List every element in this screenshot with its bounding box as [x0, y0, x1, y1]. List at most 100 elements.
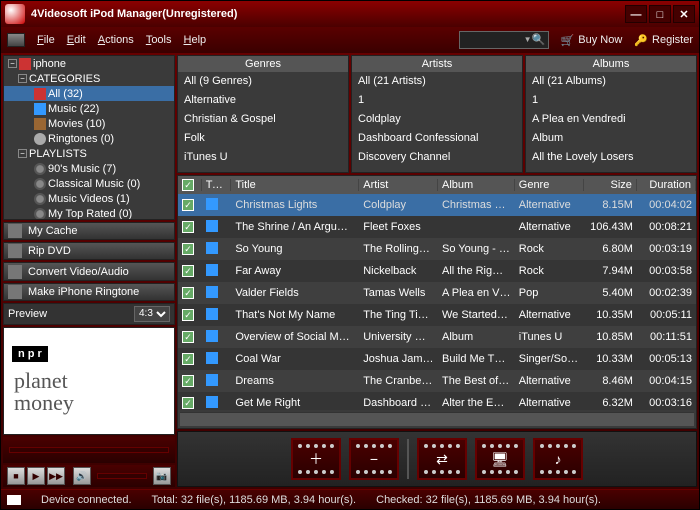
row-check[interactable]: ✓ — [182, 221, 194, 233]
to-itunes-button[interactable]: ♪ — [533, 438, 583, 480]
preview-logo: n p r — [12, 346, 48, 362]
collapse-icon[interactable]: − — [18, 74, 27, 83]
tree-cat-music[interactable]: Music (22) — [4, 101, 174, 116]
next-button[interactable]: ▶▶ — [47, 467, 65, 485]
to-pc-button[interactable]: 🖥 — [475, 438, 525, 480]
filter-row[interactable]: All (21 Artists) — [352, 72, 522, 91]
cell-artist: Nickelback — [359, 265, 438, 277]
register-label: Register — [652, 34, 693, 46]
tree-pl[interactable]: Classical Music (0) — [4, 176, 174, 191]
filter-row[interactable]: Album — [526, 129, 696, 148]
filter-row[interactable]: Alternative — [178, 91, 348, 110]
col-album[interactable]: Album — [438, 179, 515, 191]
horizontal-scrollbar[interactable] — [180, 412, 694, 426]
cell-duration: 00:05:11 — [637, 309, 696, 321]
to-device-button[interactable]: ⇄ — [417, 438, 467, 480]
filter-row[interactable]: Discovery Channel — [352, 148, 522, 167]
row-check[interactable]: ✓ — [182, 287, 194, 299]
maximize-button[interactable]: □ — [649, 5, 671, 23]
filter-row[interactable]: Dashboard Confessional — [352, 129, 522, 148]
filter-row[interactable]: iTunes U — [178, 148, 348, 167]
play-button[interactable]: ▶ — [27, 467, 45, 485]
grid-row[interactable]: ✓Get Me RightDashboard C…Alter the E…Alt… — [178, 392, 696, 410]
cell-genre: Rock — [515, 265, 584, 277]
cell-album: Album — [438, 331, 515, 343]
tree-device[interactable]: −iphone — [4, 56, 174, 71]
close-button[interactable]: ✕ — [673, 5, 695, 23]
volume-button[interactable]: 🔊 — [73, 467, 91, 485]
filter-row[interactable]: Coldplay — [352, 110, 522, 129]
cell-album: All the Rig… — [438, 265, 515, 277]
action-rip-dvd[interactable]: Rip DVD — [3, 242, 175, 260]
menu-actions[interactable]: Actions — [98, 34, 134, 46]
menu-file[interactable]: File — [37, 34, 55, 46]
stop-button[interactable]: ■ — [7, 467, 25, 485]
row-check[interactable]: ✓ — [182, 375, 194, 387]
row-check[interactable]: ✓ — [182, 309, 194, 321]
filter-row[interactable]: A Plea en Vendredi — [526, 110, 696, 129]
menu-tools[interactable]: Tools — [146, 34, 172, 46]
filter-row[interactable]: All the Lovely Losers — [526, 148, 696, 167]
search-dropdown-icon[interactable]: ▼ — [524, 35, 532, 44]
tree-pl[interactable]: 90's Music (7) — [4, 161, 174, 176]
tree-cat-movies[interactable]: Movies (10) — [4, 116, 174, 131]
action-my-cache[interactable]: My Cache — [3, 222, 175, 240]
minimize-button[interactable]: — — [625, 5, 647, 23]
filter-row[interactable]: 1 — [352, 91, 522, 110]
row-check[interactable]: ✓ — [182, 243, 194, 255]
snapshot-button[interactable]: 📷 — [153, 467, 171, 485]
row-check[interactable]: ✓ — [182, 331, 194, 343]
col-type[interactable]: Type — [202, 179, 232, 191]
check-all[interactable]: ✓ — [182, 179, 194, 191]
grid-row[interactable]: ✓The Shrine / An ArgumentFleet FoxesAlte… — [178, 216, 696, 238]
row-check[interactable]: ✓ — [182, 397, 194, 409]
import-button[interactable]: ＋ — [291, 438, 341, 480]
collapse-icon[interactable]: − — [8, 59, 17, 68]
grid-row[interactable]: ✓That's Not My NameThe Ting Ti…We Starte… — [178, 304, 696, 326]
grid-row[interactable]: ✓Coal WarJoshua JamesBuild Me Th…Singer/… — [178, 348, 696, 370]
aspect-select[interactable]: 4:3 — [134, 306, 170, 322]
search-icon[interactable]: 🔍 — [532, 33, 546, 46]
menu-edit[interactable]: Edit — [67, 34, 86, 46]
cell-duration: 00:03:58 — [637, 265, 696, 277]
tree-pl[interactable]: Music Videos (1) — [4, 191, 174, 206]
filter-row[interactable]: Folk — [178, 129, 348, 148]
register-button[interactable]: 🔑 Register — [634, 34, 693, 47]
grid-row[interactable]: ✓Overview of Social MediaUniversity …Alb… — [178, 326, 696, 348]
action-convert[interactable]: Convert Video/Audio — [3, 262, 175, 280]
row-check[interactable]: ✓ — [182, 265, 194, 277]
grid-row[interactable]: ✓Valder FieldsTamas WellsA Plea en V…Pop… — [178, 282, 696, 304]
filter-row[interactable]: All (21 Albums) — [526, 72, 696, 91]
seek-bar[interactable] — [9, 447, 169, 453]
volume-slider[interactable] — [97, 473, 147, 479]
tree-categories[interactable]: −CATEGORIES — [4, 71, 174, 86]
buy-now-button[interactable]: 🛒 Buy Now — [561, 34, 623, 47]
col-title[interactable]: Title — [231, 179, 359, 191]
row-check[interactable]: ✓ — [182, 353, 194, 365]
col-duration[interactable]: Duration — [637, 179, 696, 191]
col-artist[interactable]: Artist — [359, 179, 438, 191]
col-genre[interactable]: Genre — [515, 179, 584, 191]
menu-help[interactable]: Help — [184, 34, 207, 46]
tree-cat-all[interactable]: All (32) — [4, 86, 174, 101]
row-check[interactable]: ✓ — [182, 199, 194, 211]
action-ringtone[interactable]: Make iPhone Ringtone — [3, 283, 175, 301]
cell-size: 10.85M — [584, 331, 637, 343]
col-check[interactable]: ✓ — [178, 179, 202, 191]
cell-duration: 00:03:19 — [637, 243, 696, 255]
tree-cat-ringtones[interactable]: Ringtones (0) — [4, 131, 174, 146]
grid-row[interactable]: ✓So YoungThe Rolling…So Young - …Rock6.8… — [178, 238, 696, 260]
filter-row[interactable]: All (9 Genres) — [178, 72, 348, 91]
grid-row[interactable]: ✓Christmas LightsColdplayChristmas L…Alt… — [178, 194, 696, 216]
remove-button[interactable]: − — [349, 438, 399, 480]
grid-row[interactable]: ✓Far AwayNickelbackAll the Rig…Rock7.94M… — [178, 260, 696, 282]
tree-pl[interactable]: My Top Rated (0) — [4, 206, 174, 220]
filter-row[interactable]: 1 — [526, 91, 696, 110]
grid-row[interactable]: ✓DreamsThe Cranber…The Best of…Alternati… — [178, 370, 696, 392]
filters: Genres All (9 Genres) Alternative Christ… — [177, 55, 697, 173]
col-size[interactable]: Size — [584, 179, 637, 191]
tree-playlists[interactable]: −PLAYLISTS — [4, 146, 174, 161]
filter-row[interactable]: Christian & Gospel — [178, 110, 348, 129]
collapse-icon[interactable]: − — [18, 149, 27, 158]
convert-icon — [8, 265, 22, 279]
